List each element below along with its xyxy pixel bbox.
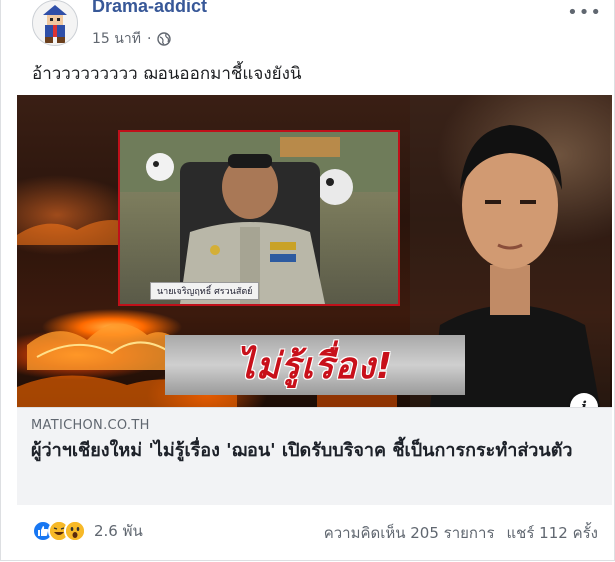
more-options-icon[interactable]: •••: [567, 2, 602, 23]
avatar-mascot-icon: [33, 1, 77, 45]
meta-separator: ·: [146, 31, 152, 47]
shares-count-link[interactable]: แชร์ 112 ครั้ง: [507, 521, 599, 545]
link-image[interactable]: นายเจริญฤทธิ์ ศรวนสัตย์ ไม่รู้เรื่อง! i: [17, 95, 612, 407]
reaction-count: 2.6 พัน: [94, 522, 143, 540]
engagement-stats: ความคิดเห็น 205 รายการ แชร์ 112 ครั้ง: [324, 521, 598, 545]
link-title[interactable]: ผู้ว่าฯเชียงใหม่ 'ไม่รู้เรื่อง 'ฌอน' เปิ…: [31, 438, 601, 463]
link-domain: MATICHON.CO.TH: [31, 418, 150, 433]
page-avatar[interactable]: [32, 0, 78, 46]
post-card: Drama-addict 15 นาที · ••• อ้าววววววววว …: [0, 0, 615, 561]
headline-banner: ไม่รู้เรื่อง!: [165, 335, 465, 395]
post-time-link[interactable]: 15 นาที: [92, 28, 141, 50]
globe-icon[interactable]: [157, 32, 172, 46]
post-caption: อ้าววววววววว ฌอนออกมาชี้แจงยังนิ: [32, 64, 302, 84]
comments-count-link[interactable]: ความคิดเห็น 205 รายการ: [324, 521, 495, 545]
governor-figure: [120, 132, 398, 304]
governor-photo: นายเจริญฤทธิ์ ศรวนสัตย์: [118, 130, 400, 306]
page-name-link[interactable]: Drama-addict: [92, 0, 207, 17]
post-meta: 15 นาที ·: [92, 28, 172, 50]
reactions-summary[interactable]: 2.6 พัน: [32, 519, 143, 543]
wow-reaction-icon: [64, 520, 86, 542]
nameplate-text: นายเจริญฤทธิ์ ศรวนสัตย์: [150, 282, 260, 300]
link-preview[interactable]: MATICHON.CO.TH ผู้ว่าฯเชียงใหม่ 'ไม่รู้เ…: [17, 407, 612, 505]
headline-overlay-text: ไม่รู้เรื่อง!: [236, 345, 394, 387]
